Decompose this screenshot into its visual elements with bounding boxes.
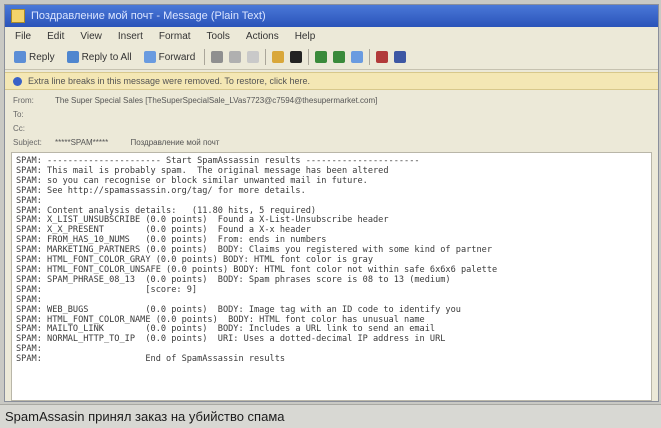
- menu-view[interactable]: View: [80, 31, 102, 42]
- from-row: From: The Super Special Sales [TheSuperS…: [13, 93, 650, 107]
- to-row: To:: [13, 107, 650, 121]
- options-icon[interactable]: [394, 51, 407, 63]
- menu-format[interactable]: Format: [159, 31, 191, 42]
- toolbar-separator: [204, 49, 206, 65]
- window-title: Поздравление мой почт - Message (Plain T…: [31, 10, 266, 22]
- subject-row: Subject: *****SPAM***** Поздравление мой…: [13, 135, 650, 149]
- figure-caption: SpamAssasin принял заказ на убийство спа…: [0, 404, 661, 428]
- message-body[interactable]: SPAM: ---------------------- Start SpamA…: [11, 152, 652, 401]
- forward-button[interactable]: Forward: [141, 50, 199, 64]
- address-book-icon[interactable]: [351, 51, 364, 63]
- move-icon[interactable]: [272, 51, 285, 63]
- cc-label: Cc:: [13, 123, 25, 133]
- subject-label: Subject:: [13, 137, 42, 147]
- forward-label: Forward: [158, 51, 196, 63]
- to-label: To:: [13, 109, 24, 119]
- info-bar-text: Extra line breaks in this message were r…: [28, 76, 310, 86]
- delete-icon[interactable]: [290, 51, 303, 63]
- reply-icon: [14, 51, 26, 63]
- body-line[interactable]: SPAM: See http://spamassassin.org/tag/ f…: [16, 186, 647, 197]
- menu-file[interactable]: File: [15, 31, 31, 42]
- toolbar-separator: [265, 49, 267, 65]
- menu-actions[interactable]: Actions: [246, 31, 279, 42]
- info-bar[interactable]: Extra line breaks in this message were r…: [5, 72, 658, 90]
- info-icon: [13, 76, 22, 86]
- subject-value: *****SPAM***** Поздравление мой почт: [55, 137, 220, 147]
- menu-edit[interactable]: Edit: [47, 31, 64, 42]
- cc-row: Cc:: [13, 121, 650, 135]
- body-line: SPAM: [score: 9]: [16, 284, 198, 295]
- from-value[interactable]: The Super Special Sales [TheSuperSpecial…: [55, 96, 377, 105]
- help-icon[interactable]: [247, 51, 260, 63]
- envelope-icon: [11, 9, 25, 23]
- menu-bar: File Edit View Insert Format Tools Actio…: [5, 27, 658, 45]
- body-line: SPAM: NORMAL_HTTP_TO_IP (0.0 points) URI…: [16, 334, 446, 345]
- reply-all-icon: [66, 51, 79, 63]
- toolbar: Reply Reply to All Forward: [5, 45, 658, 70]
- menu-tools[interactable]: Tools: [207, 31, 230, 42]
- title-bar: Поздравление мой почт - Message (Plain T…: [5, 5, 658, 27]
- reply-label: Reply: [29, 51, 55, 63]
- print-icon[interactable]: [211, 51, 224, 63]
- previous-item-icon[interactable]: [315, 51, 328, 63]
- next-item-icon[interactable]: [333, 51, 346, 63]
- body-line: SPAM: WEB_BUGS (0.0 points) BODY: Image …: [16, 304, 461, 315]
- message-window: Поздравление мой почт - Message (Plain T…: [4, 4, 659, 402]
- menu-insert[interactable]: Insert: [118, 31, 143, 42]
- junk-icon[interactable]: [376, 51, 389, 63]
- toolbar-separator: [308, 49, 310, 65]
- body-line: SPAM: End of SpamAssassin results: [16, 354, 286, 365]
- from-label: From:: [13, 95, 34, 105]
- menu-help[interactable]: Help: [295, 31, 316, 42]
- reply-all-button[interactable]: Reply to All: [64, 50, 135, 64]
- flag-icon[interactable]: [229, 51, 242, 63]
- reply-button[interactable]: Reply: [11, 50, 58, 64]
- forward-icon: [143, 51, 156, 63]
- reply-all-label: Reply to All: [81, 51, 132, 63]
- message-headers: From: The Super Special Sales [TheSuperS…: [5, 90, 658, 149]
- toolbar-separator: [369, 49, 371, 65]
